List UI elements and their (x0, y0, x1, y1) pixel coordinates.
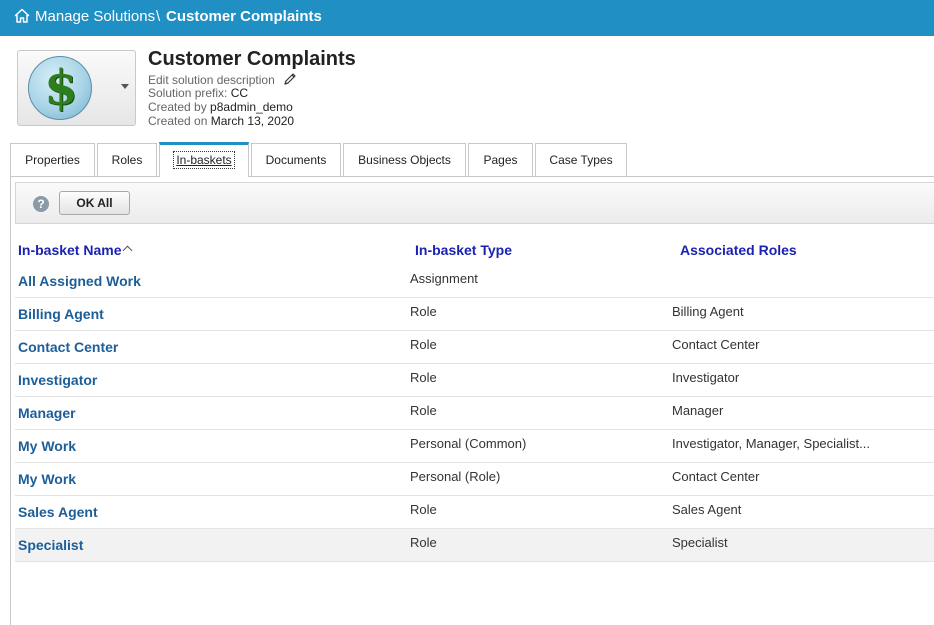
breadcrumb-current: Customer Complaints (166, 8, 322, 25)
table-row[interactable]: Specialist Role Specialist (15, 529, 934, 562)
in-basket-type: Role (410, 403, 437, 418)
table-row[interactable]: Sales Agent Role Sales Agent (15, 496, 934, 529)
in-basket-name-link[interactable]: Billing Agent (18, 306, 104, 322)
column-header-name[interactable]: In-basket Name (18, 242, 133, 258)
created-by: Created by p8admin_demo (148, 100, 293, 114)
solution-prefix-value: CC (230, 86, 249, 100)
column-header-type[interactable]: In-basket Type (415, 242, 512, 258)
table-row[interactable]: Investigator Role Investigator (15, 364, 934, 397)
in-basket-name-link[interactable]: Sales Agent (18, 504, 98, 520)
created-on-value: March 13, 2020 (210, 114, 295, 128)
edit-description-row[interactable]: Edit solution description (148, 72, 297, 87)
associated-roles: Contact Center (672, 337, 760, 352)
page-title: Customer Complaints (148, 48, 356, 70)
in-basket-type: Assignment (410, 271, 478, 286)
edit-description-link[interactable]: Edit solution description (148, 73, 275, 87)
home-icon[interactable] (14, 8, 30, 24)
in-basket-name-link[interactable]: My Work (18, 471, 76, 487)
associated-roles: Manager (672, 403, 724, 418)
in-basket-name-link[interactable]: Contact Center (18, 339, 118, 355)
tab-case-types[interactable]: Case Types (535, 143, 627, 176)
tab-properties[interactable]: Properties (10, 143, 95, 176)
table-row[interactable]: Contact Center Role Contact Center (15, 331, 934, 364)
in-basket-name-link[interactable]: All Assigned Work (18, 273, 141, 289)
ok-all-button[interactable]: OK All (59, 191, 130, 215)
chevron-down-icon[interactable] (121, 84, 129, 89)
breadcrumb-separator: \ (156, 8, 161, 25)
toolbar: ? OK All (15, 182, 934, 224)
associated-roles: Billing Agent (672, 304, 744, 319)
associated-roles: Contact Center (672, 469, 760, 484)
in-basket-type: Role (410, 370, 437, 385)
tab-business-objects[interactable]: Business Objects (343, 143, 466, 176)
in-basket-type: Role (410, 535, 437, 550)
column-header-roles[interactable]: Associated Roles (680, 242, 797, 258)
solution-prefix: Solution prefix: CC (148, 86, 249, 100)
associated-roles: Investigator, Manager, Specialist... (672, 436, 870, 451)
table-row[interactable]: Manager Role Manager (15, 397, 934, 430)
breadcrumb-manage-solutions[interactable]: Manage Solutions (35, 8, 155, 25)
sort-ascending-icon (123, 245, 133, 256)
associated-roles: Sales Agent (672, 502, 742, 517)
table-row[interactable]: Billing Agent Role Billing Agent (15, 298, 934, 331)
created-by-value: p8admin_demo (210, 100, 293, 114)
in-basket-type: Role (410, 337, 437, 352)
in-basket-type: Personal (Role) (410, 469, 501, 484)
in-basket-name-link[interactable]: Specialist (18, 537, 83, 553)
in-basket-name-link[interactable]: Manager (18, 405, 76, 421)
in-basket-name-link[interactable]: My Work (18, 438, 76, 454)
help-icon[interactable]: ? (33, 196, 49, 212)
in-basket-type: Personal (Common) (410, 436, 527, 451)
tab-roles[interactable]: Roles (97, 143, 157, 176)
tab-pages[interactable]: Pages (468, 143, 533, 176)
pencil-icon[interactable] (283, 72, 297, 86)
table-row[interactable]: All Assigned Work Assignment (15, 265, 934, 298)
in-basket-type: Role (410, 304, 437, 319)
tab-in-baskets[interactable]: In-baskets (159, 142, 249, 177)
associated-roles: Specialist (672, 535, 728, 550)
dollar-sign-icon: $ (28, 56, 92, 120)
table-row[interactable]: My Work Personal (Common) Investigator, … (15, 430, 934, 463)
created-on: Created on March 13, 2020 (148, 114, 295, 128)
table-row[interactable]: My Work Personal (Role) Contact Center (15, 463, 934, 496)
in-basket-name-link[interactable]: Investigator (18, 372, 97, 388)
tab-documents[interactable]: Documents (251, 143, 341, 176)
solution-icon-button[interactable]: $ (17, 50, 136, 126)
in-basket-type: Role (410, 502, 437, 517)
top-bar: Manage Solutions \ Customer Complaints (0, 0, 934, 36)
associated-roles: Investigator (672, 370, 740, 385)
